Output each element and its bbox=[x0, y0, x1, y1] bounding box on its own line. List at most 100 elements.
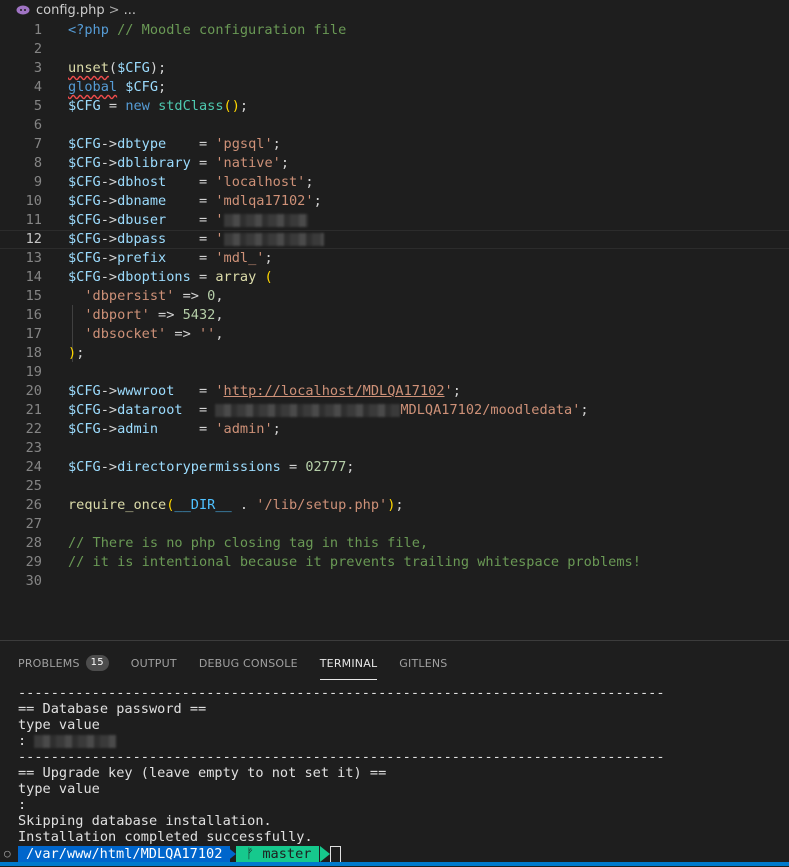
code-line[interactable]: 18); bbox=[0, 344, 789, 363]
code-line[interactable]: 22 $CFG->admin = 'admin'; bbox=[0, 420, 789, 439]
code-line[interactable]: 28 // There is no php closing tag in this… bbox=[0, 534, 789, 553]
tab-terminal[interactable]: TERMINAL bbox=[319, 649, 378, 680]
code-line[interactable]: 13 $CFG->prefix = 'mdl_'; bbox=[0, 249, 789, 268]
code-line[interactable]: 15 'dbpersist' => 0, bbox=[0, 287, 789, 306]
code-token: ' bbox=[215, 212, 224, 228]
code-token: $CFG bbox=[117, 60, 150, 76]
code-line[interactable]: 30 bbox=[0, 572, 789, 591]
line-code: $CFG->wwwroot = 'http://localhost/MDLQA1… bbox=[68, 382, 461, 401]
code-token: ; bbox=[395, 497, 404, 513]
code-line[interactable]: 19 bbox=[0, 363, 789, 382]
code-token: -> bbox=[100, 383, 118, 399]
code-token: $CFG bbox=[68, 231, 101, 247]
code-token: ( bbox=[108, 60, 118, 76]
code-token: ; bbox=[239, 98, 249, 114]
code-line[interactable]: 29 // it is intentional because it preven… bbox=[0, 553, 789, 572]
code-token: __DIR__ bbox=[174, 497, 232, 513]
code-line[interactable]: 23 bbox=[0, 439, 789, 458]
code-line[interactable]: 14 $CFG->dboptions = array ( bbox=[0, 268, 789, 287]
line-number: 30 bbox=[25, 573, 42, 589]
line-code: // it is intentional because it prevents… bbox=[68, 553, 641, 572]
code-token: , bbox=[215, 326, 224, 342]
line-number: 27 bbox=[25, 516, 42, 532]
line-number: 20 bbox=[25, 383, 42, 399]
code-line[interactable]: 17 'dbsocket' => '', bbox=[0, 325, 789, 344]
code-token: http://localhost/MDLQA17102 bbox=[223, 383, 445, 399]
code-token: = bbox=[280, 459, 306, 475]
code-token: 'pgsql' bbox=[215, 136, 273, 152]
redacted-value bbox=[223, 213, 308, 227]
code-line[interactable]: 8 $CFG->dblibrary = 'native'; bbox=[0, 154, 789, 173]
code-token: = bbox=[190, 269, 216, 285]
code-line[interactable]: 1 <?php // Moodle configuration file bbox=[0, 21, 789, 40]
code-token: = bbox=[182, 402, 216, 418]
line-code: $CFG->dboptions = array ( bbox=[68, 268, 273, 287]
code-token: , bbox=[215, 307, 224, 323]
code-token: dbtype bbox=[117, 136, 167, 152]
tab-gitlens[interactable]: GITLENS bbox=[399, 649, 447, 677]
code-token: stdClass bbox=[158, 98, 224, 114]
code-token: = bbox=[190, 155, 216, 171]
terminal-output[interactable]: ----------------------------------------… bbox=[18, 685, 778, 845]
code-token: ) bbox=[68, 345, 77, 361]
code-line[interactable]: 26 require_once(__DIR__ . '/lib/setup.php… bbox=[0, 496, 789, 515]
terminal-line-text: Installation completed successfully. bbox=[18, 829, 313, 845]
code-token: $CFG bbox=[68, 459, 101, 475]
terminal-line: ----------------------------------------… bbox=[18, 685, 778, 701]
code-token: ; bbox=[272, 421, 281, 437]
line-number: 24 bbox=[25, 459, 42, 475]
code-token: 'native' bbox=[215, 155, 281, 171]
code-line[interactable]: 20 $CFG->wwwroot = 'http://localhost/MDLQ… bbox=[0, 382, 789, 401]
terminal-line: Skipping database installation. bbox=[18, 813, 778, 829]
code-editor[interactable]: 1 <?php // Moodle configuration file 2 3 uns… bbox=[0, 20, 789, 640]
code-line[interactable]: 6 bbox=[0, 116, 789, 135]
line-code: <?php // Moodle configuration file bbox=[68, 21, 346, 40]
code-token: dblibrary bbox=[117, 155, 191, 171]
code-line[interactable]: 2 bbox=[0, 40, 789, 59]
line-code: ); bbox=[68, 344, 84, 363]
line-number: 10 bbox=[25, 193, 42, 209]
code-token: $CFG bbox=[68, 402, 101, 418]
line-code: 'dbsocket' => '', bbox=[68, 325, 224, 344]
line-code: $CFG->dbpass = ' bbox=[68, 230, 324, 249]
tab-output[interactable]: OUTPUT bbox=[131, 649, 177, 677]
terminal-line-text: type value bbox=[18, 781, 100, 797]
code-token: -> bbox=[100, 269, 118, 285]
tab-debug-console[interactable]: DEBUG CONSOLE bbox=[199, 649, 298, 677]
code-token: // it is intentional because it prevents… bbox=[68, 554, 641, 570]
breadcrumb-trail[interactable]: ... bbox=[124, 3, 136, 18]
line-code: global $CFG; bbox=[68, 78, 166, 97]
code-line[interactable]: 11 $CFG->dbuser = ' bbox=[0, 211, 789, 230]
line-number: 2 bbox=[33, 41, 42, 57]
breadcrumb: config.php > ... bbox=[0, 0, 789, 20]
code-line[interactable]: 9 $CFG->dbhost = 'localhost'; bbox=[0, 173, 789, 192]
code-token: ; bbox=[346, 459, 355, 475]
code-line[interactable]: 25 bbox=[0, 477, 789, 496]
code-token: $CFG bbox=[68, 174, 101, 190]
code-line[interactable]: 27 bbox=[0, 515, 789, 534]
code-line[interactable]: 24 $CFG->directorypermissions = 02777; bbox=[0, 458, 789, 477]
line-number: 14 bbox=[25, 269, 42, 285]
code-line[interactable]: 4 global $CFG; bbox=[0, 78, 789, 97]
code-line[interactable]: 16 'dbport' => 5432, bbox=[0, 306, 789, 325]
code-token: directorypermissions bbox=[117, 459, 281, 475]
code-token: $CFG bbox=[125, 79, 159, 95]
tab-label: DEBUG CONSOLE bbox=[198, 656, 298, 670]
code-token: 'dbsocket' bbox=[84, 326, 167, 342]
code-line[interactable]: 3 unset($CFG); bbox=[0, 59, 789, 78]
code-line[interactable]: 5 $CFG = new stdClass(); bbox=[0, 97, 789, 116]
code-line[interactable]: 10 $CFG->dbname = 'mdlqa17102'; bbox=[0, 192, 789, 211]
code-token: -> bbox=[100, 459, 118, 475]
code-line[interactable]: 21 $CFG->dataroot = MDLQA17102/moodledata… bbox=[0, 401, 789, 420]
tab-problems[interactable]: PROBLEMS 15 bbox=[18, 649, 109, 677]
code-token: => bbox=[149, 307, 183, 323]
code-token: dbhost bbox=[117, 174, 167, 190]
code-line[interactable]: 7 $CFG->dbtype = 'pgsql'; bbox=[0, 135, 789, 154]
code-line[interactable]: 12 $CFG->dbpass = ' bbox=[0, 230, 789, 249]
code-token: ; bbox=[264, 250, 273, 266]
bottom-panel: PROBLEMS 15 OUTPUT DEBUG CONSOLE TERMINAL GIT… bbox=[0, 640, 789, 867]
line-code: $CFG->dbhost = 'localhost'; bbox=[68, 173, 314, 192]
breadcrumb-file[interactable]: config.php bbox=[36, 3, 105, 18]
line-number: 26 bbox=[25, 497, 42, 513]
